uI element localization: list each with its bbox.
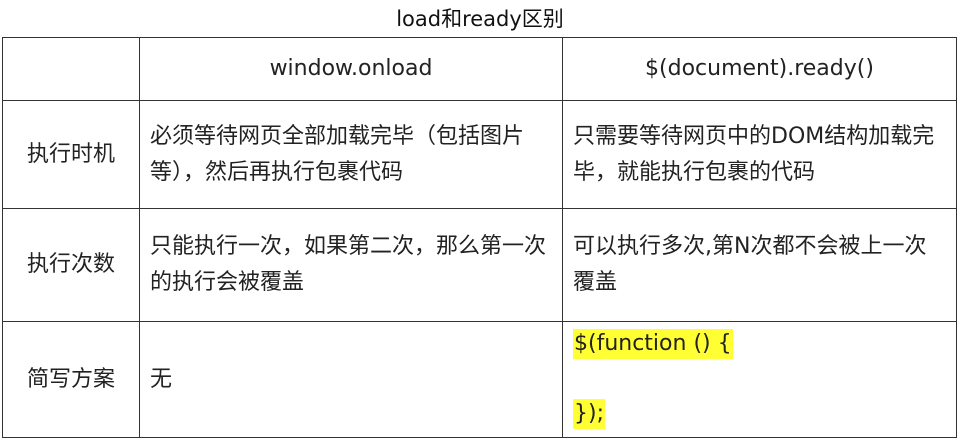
table-row: 执行次数 只能执行一次，如果第二次，那么第一次的执行会被覆盖 可以执行多次,第N… — [2, 208, 957, 322]
code-line-close: }); — [573, 399, 605, 429]
ready-count-cell: 可以执行多次,第N次都不会被上一次覆盖 — [562, 208, 957, 322]
row-label-shorthand: 简写方案 — [2, 321, 140, 438]
table-row: 执行时机 必须等待网页全部加载完毕（包括图片等），然后再执行包裹代码 只需要等待… — [2, 100, 957, 209]
row-label-count: 执行次数 — [2, 208, 140, 322]
page-title: load和ready区别 — [396, 7, 564, 31]
header-empty-cell — [2, 37, 140, 101]
onload-count-cell: 只能执行一次，如果第二次，那么第一次的执行会被覆盖 — [139, 208, 563, 322]
table-row: 简写方案 无 $(function () { }); — [2, 321, 957, 438]
onload-timing-cell: 必须等待网页全部加载完毕（包括图片等），然后再执行包裹代码 — [139, 100, 563, 209]
table-header-row: window.onload $(document).ready() — [2, 37, 957, 101]
code-line-open: $(function () { — [573, 329, 733, 359]
header-document-ready: $(document).ready() — [562, 37, 957, 101]
row-label-timing: 执行时机 — [2, 100, 140, 209]
header-window-onload: window.onload — [139, 37, 563, 101]
comparison-table: window.onload $(document).ready() 执行时机 必… — [2, 37, 957, 438]
onload-shorthand-cell: 无 — [139, 321, 563, 438]
ready-shorthand-cell: $(function () { }); — [562, 321, 957, 438]
ready-timing-cell: 只需要等待网页中的DOM结构加载完毕，就能执行包裹的代码 — [562, 100, 957, 209]
